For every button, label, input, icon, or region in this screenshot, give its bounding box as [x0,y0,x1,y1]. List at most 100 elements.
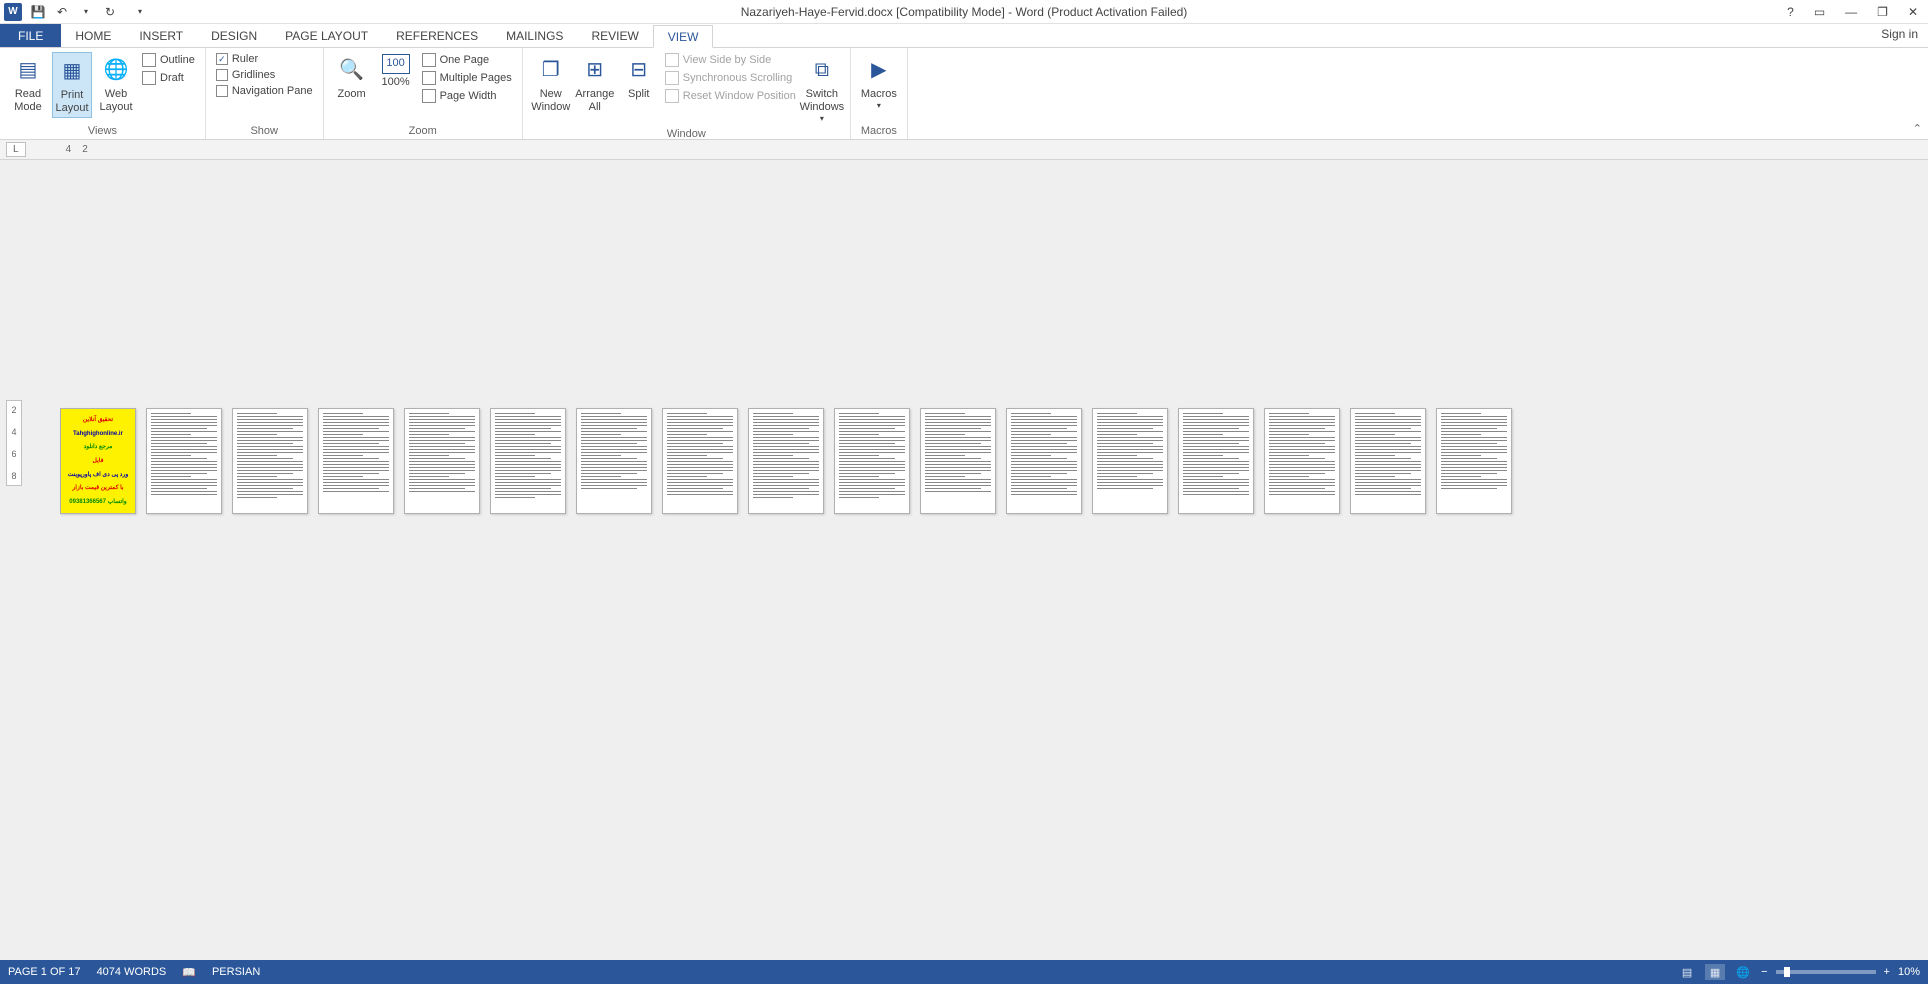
page-thumbnail[interactable]: تحقیق آنلاینTahghighonline.irمرجع دانلود… [60,408,136,514]
switch-windows-icon: ⧉ [806,54,838,86]
page-thumbnail[interactable] [1350,408,1426,514]
redo-icon[interactable]: ↻ [102,4,118,20]
page-thumbnail[interactable] [146,408,222,514]
page-width-icon [422,89,436,103]
zoom-in-button[interactable]: + [1884,966,1890,978]
minimize-button[interactable]: — [1841,5,1861,19]
page-thumbnail[interactable] [1092,408,1168,514]
read-mode-view-button[interactable]: ▤ [1677,964,1697,980]
page-thumbnail[interactable] [748,408,824,514]
tab-selector[interactable]: L [6,142,26,157]
proofing-icon[interactable]: 📖 [182,966,196,979]
outline-button[interactable]: Outline [140,52,197,68]
outline-icon [142,53,156,67]
macros-button[interactable]: ▶ Macros ▾ [859,52,899,113]
one-page-button[interactable]: One Page [420,52,514,68]
ruler-marks: 4 2 [66,144,88,155]
view-side-by-side-button: View Side by Side [663,52,798,68]
undo-icon[interactable]: ↶ [54,4,70,20]
new-window-button[interactable]: ❐ New Window [531,52,571,116]
web-layout-button[interactable]: 🌐 Web Layout [96,52,136,116]
page-thumbnail[interactable] [1006,408,1082,514]
one-page-label: One Page [440,54,490,66]
sync-scroll-icon [665,71,679,85]
language-indicator[interactable]: PERSIAN [212,966,260,978]
split-button[interactable]: ⊟ Split [619,52,659,103]
page-width-button[interactable]: Page Width [420,88,514,104]
tab-references[interactable]: REFERENCES [382,24,492,47]
multiple-pages-button[interactable]: Multiple Pages [420,70,514,86]
zoom-level[interactable]: 10% [1898,966,1920,978]
page-thumbnail[interactable] [232,408,308,514]
ribbon-display-options-button[interactable]: ▭ [1810,5,1829,19]
ruler-tick: 6 [11,449,16,459]
page-thumbnail[interactable] [576,408,652,514]
zoom-out-button[interactable]: − [1761,966,1767,978]
sign-in-link[interactable]: Sign in [1881,27,1918,41]
page-thumbnail[interactable] [662,408,738,514]
page-thumbnail[interactable] [404,408,480,514]
navigation-pane-checkbox[interactable]: Navigation Pane [214,84,315,98]
zoom-icon: 🔍 [336,54,368,86]
word-app-icon[interactable]: W [4,3,22,21]
zoom-button[interactable]: 🔍 Zoom [332,52,372,103]
read-mode-button[interactable]: ▤ Read Mode [8,52,48,116]
tab-view[interactable]: VIEW [653,25,714,48]
page-thumbnail[interactable] [318,408,394,514]
navigation-pane-label: Navigation Pane [232,85,313,97]
macros-label: Macros [861,88,897,101]
window-controls: ? ▭ — ❐ ✕ [1783,5,1922,19]
tab-file[interactable]: FILE [0,24,61,47]
arrange-all-button[interactable]: ⊞ Arrange All [575,52,615,116]
read-mode-icon: ▤ [12,54,44,86]
undo-dropdown-icon[interactable]: ▾ [78,4,94,20]
collapse-ribbon-icon[interactable]: ⌃ [1913,122,1922,135]
zoom-100-button[interactable]: 100 100% [376,52,416,91]
print-layout-button[interactable]: ▦ Print Layout [52,52,92,118]
switch-windows-button[interactable]: ⧉ Switch Windows ▾ [802,52,842,126]
quick-access-toolbar: W 💾 ↶ ▾ ↻ ▾ [4,3,148,21]
help-button[interactable]: ? [1783,5,1798,19]
gridlines-checkbox[interactable]: Gridlines [214,68,315,82]
page-thumbnail[interactable] [1178,408,1254,514]
vertical-ruler[interactable]: 2 4 6 8 [6,400,22,486]
zoom-slider-thumb[interactable] [1784,967,1790,977]
close-button[interactable]: ✕ [1904,5,1922,19]
web-layout-view-button[interactable]: 🌐 [1733,964,1753,980]
save-icon[interactable]: 💾 [30,4,46,20]
ruler-checkbox[interactable]: ✓Ruler [214,52,315,66]
print-layout-icon: ▦ [56,55,88,87]
zoom-100-icon: 100 [382,54,410,74]
print-layout-label: Print Layout [55,89,89,115]
group-show: ✓Ruler Gridlines Navigation Pane Show [206,48,324,139]
split-icon: ⊟ [623,54,655,86]
web-layout-icon: 🌐 [100,54,132,86]
document-area[interactable]: 2 4 6 8 تحقیق آنلاینTahghighonline.irمرج… [0,160,1928,960]
tab-mailings[interactable]: MAILINGS [492,24,577,47]
page-indicator[interactable]: PAGE 1 OF 17 [8,966,81,978]
horizontal-ruler[interactable]: L 4 2 [0,140,1928,160]
tab-page-layout[interactable]: PAGE LAYOUT [271,24,382,47]
page-thumbnail[interactable] [1436,408,1512,514]
tab-design[interactable]: DESIGN [197,24,271,47]
zoom-100-label: 100% [382,76,410,89]
page-thumbnail[interactable] [490,408,566,514]
qat-customize-icon[interactable]: ▾ [132,4,148,20]
multiple-pages-label: Multiple Pages [440,72,512,84]
arrange-all-label: Arrange All [575,88,614,114]
multiple-pages-icon [422,71,436,85]
tab-insert[interactable]: INSERT [125,24,197,47]
zoom-slider[interactable] [1776,970,1876,974]
print-layout-view-button[interactable]: ▦ [1705,964,1725,980]
page-thumbnail[interactable] [1264,408,1340,514]
word-count[interactable]: 4074 WORDS [97,966,167,978]
group-window-label: Window [531,126,842,140]
dropdown-icon: ▾ [877,101,881,111]
tab-home[interactable]: HOME [61,24,125,47]
page-thumbnail[interactable] [834,408,910,514]
draft-button[interactable]: Draft [140,70,197,86]
page-thumbnail[interactable] [920,408,996,514]
restore-button[interactable]: ❐ [1873,5,1892,19]
tab-review[interactable]: REVIEW [577,24,652,47]
checkbox-checked-icon: ✓ [216,53,228,65]
